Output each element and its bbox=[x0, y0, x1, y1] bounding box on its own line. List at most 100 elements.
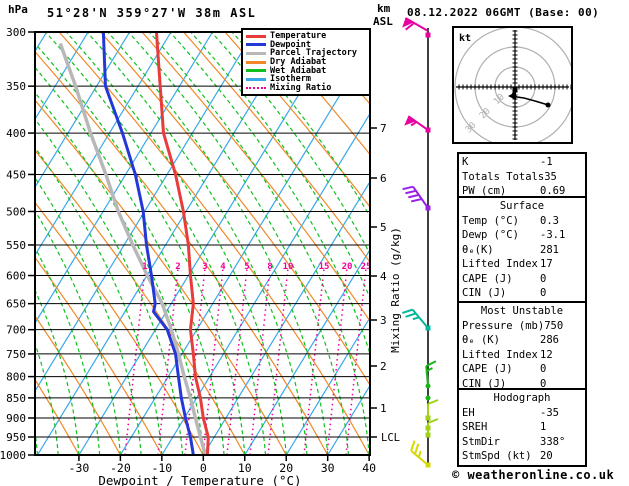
altitude-axis-unit-km: km bbox=[377, 2, 391, 15]
wind-barb-icon bbox=[402, 185, 429, 209]
stat-label: StmSpd (kt) bbox=[462, 450, 532, 462]
stat-value: -35 bbox=[540, 406, 559, 419]
x-axis-label: Dewpoint / Temperature (°C) bbox=[98, 473, 301, 486]
mixing-ratio-line bbox=[226, 267, 248, 455]
stat-value: 281 bbox=[540, 243, 559, 256]
stat-label: SREH bbox=[462, 421, 488, 433]
wind-barb-column bbox=[402, 17, 439, 468]
stat-value: 338° bbox=[540, 435, 566, 448]
wind-level-marker bbox=[425, 325, 431, 331]
mixing-ratio-value-label: 2 bbox=[175, 262, 180, 272]
stat-row: CIN (J) 0 bbox=[462, 286, 582, 301]
pressure-tick-label: 850 bbox=[6, 392, 26, 405]
wind-level-marker bbox=[425, 205, 431, 211]
stat-label: θₑ (K) bbox=[462, 334, 500, 346]
wind-level-marker bbox=[425, 127, 431, 133]
temp-tick-label: 40 bbox=[362, 461, 376, 475]
mixing-ratio-value-label: 4 bbox=[220, 262, 226, 272]
km-tick-label: 2 bbox=[380, 360, 387, 373]
legend-line-swatch bbox=[246, 43, 266, 47]
mixing-ratio-line bbox=[326, 267, 348, 455]
wind-level-marker bbox=[425, 32, 431, 38]
stat-label: Totals Totals bbox=[462, 170, 545, 183]
pressure-tick-label: 400 bbox=[6, 127, 26, 140]
stat-value: 35 bbox=[544, 170, 557, 183]
wind-level-marker bbox=[425, 415, 431, 421]
legend-item-label: Mixing Ratio bbox=[270, 82, 332, 93]
legend-line-swatch bbox=[246, 60, 266, 64]
wind-level-marker bbox=[425, 395, 431, 401]
mixing-ratio-value-label: 20 bbox=[342, 262, 353, 272]
pressure-tick-label: 1000 bbox=[0, 449, 26, 462]
stat-row: Dewp (°C) -3.1 bbox=[462, 228, 582, 243]
stat-value: 286 bbox=[540, 334, 559, 346]
stat-row: Lifted Index 17 bbox=[462, 257, 582, 272]
isotherm-line bbox=[0, 32, 5, 455]
stat-value: 17 bbox=[540, 258, 553, 270]
hodograph-unit-label: kt bbox=[459, 33, 471, 44]
stat-label: Lifted Index bbox=[462, 258, 538, 270]
mixing-ratio-value-label: 3 bbox=[202, 262, 207, 272]
mixing-ratio-value-label: 15 bbox=[319, 262, 330, 272]
stats-panel-indices: K -1 Totals Totals 35 PW (cm) 0.69 bbox=[457, 152, 587, 202]
panel-title: Surface bbox=[499, 200, 545, 212]
stat-row: θₑ (K) 286 bbox=[462, 333, 582, 348]
pressure-tick-label: 950 bbox=[6, 431, 26, 444]
hodograph-origin-marker bbox=[512, 87, 518, 93]
stat-label: K bbox=[462, 156, 469, 168]
mixing-ratio-value-label: 1 bbox=[142, 262, 147, 272]
stat-value: 1 bbox=[540, 421, 547, 433]
panel-title: Hodograph bbox=[493, 392, 551, 404]
stat-row: θₑ(K) 281 bbox=[462, 243, 582, 258]
isotherm-line bbox=[35, 32, 255, 393]
stat-value: 750 bbox=[544, 319, 564, 332]
km-tick-label: 3 bbox=[380, 314, 387, 327]
wind-barb-icon bbox=[427, 399, 439, 418]
stat-row: CAPE (J) 0 bbox=[462, 272, 582, 287]
wind-level-marker bbox=[425, 462, 431, 468]
stats-panel-hodograph: Hodograph EH -35 SREH 1 StmDir 338° StmSpd (kt)… bbox=[457, 388, 587, 467]
stat-value: -3.1 bbox=[540, 229, 566, 241]
stat-label: Temp (°C) bbox=[462, 214, 519, 227]
pressure-tick-label: 500 bbox=[6, 205, 26, 218]
stats-panel-most-unstable: Most Unstable Pressure (mb) 750 θₑ (K) 286 Li… bbox=[457, 301, 587, 394]
stat-row: Temp (°C) 0.3 bbox=[462, 214, 582, 229]
stat-label: StmDir bbox=[462, 435, 500, 448]
pressure-axis-unit: hPa bbox=[8, 3, 28, 16]
stat-value: -1 bbox=[540, 156, 553, 168]
mixing-ratio-axis-label: Mixing Ratio (g/kg) bbox=[389, 227, 402, 353]
km-tick-label: 4 bbox=[380, 270, 387, 283]
stat-row: StmDir 338° bbox=[462, 435, 582, 450]
stat-label: CAPE (J) bbox=[462, 272, 513, 285]
hodograph-plot: 102030 bbox=[454, 28, 571, 142]
mixing-ratio-value-label: 10 bbox=[283, 262, 294, 272]
legend-line-swatch bbox=[246, 86, 266, 89]
wind-level-marker bbox=[425, 383, 431, 389]
stat-row: SREH 1 bbox=[462, 420, 582, 435]
pressure-tick-label: 700 bbox=[6, 324, 26, 337]
stat-label: θₑ(K) bbox=[462, 243, 494, 256]
pressure-tick-label: 350 bbox=[6, 80, 26, 93]
km-tick-label: 5 bbox=[380, 221, 387, 234]
legend-line-swatch bbox=[246, 77, 266, 81]
station-title: 51°28'N 359°27'W 38m ASL bbox=[47, 6, 257, 20]
pressure-tick-label: 450 bbox=[6, 168, 26, 181]
legend-line-swatch bbox=[246, 69, 266, 73]
legend-line-swatch bbox=[246, 34, 266, 38]
legend-line-swatch bbox=[246, 51, 266, 55]
temp-tick-label: 30 bbox=[321, 461, 335, 475]
stat-row: Totals Totals 35 bbox=[462, 170, 582, 185]
stats-panel-surface: Surface Temp (°C) 0.3 Dewp (°C) -3.1 θₑ(K) 281… bbox=[457, 196, 587, 304]
stat-row: Lifted Index 12 bbox=[462, 348, 582, 363]
temp-tick-label: -30 bbox=[69, 461, 90, 475]
stat-value: 20 bbox=[540, 450, 553, 462]
legend-box: Temperature Dewpoint Parcel Trajectory Dry … bbox=[241, 28, 371, 97]
mixing-ratio-value-label: 5 bbox=[244, 262, 249, 272]
km-tick-label: 7 bbox=[380, 122, 387, 135]
stat-label: CAPE (J) bbox=[462, 363, 513, 375]
run-datetime: 08.12.2022 06GMT (Base: 00) bbox=[407, 6, 600, 19]
lcl-label: LCL bbox=[381, 432, 400, 444]
stat-row: K -1 bbox=[462, 155, 582, 170]
wind-barb-icon bbox=[402, 17, 429, 32]
km-tick-label: 1 bbox=[380, 402, 387, 415]
